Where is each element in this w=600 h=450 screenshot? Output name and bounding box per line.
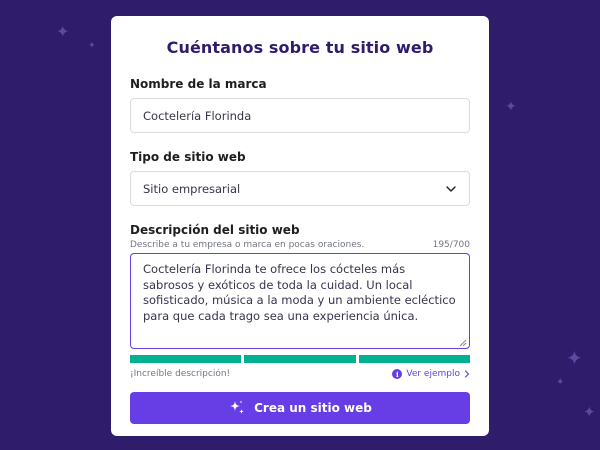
quality-segment bbox=[130, 355, 242, 363]
card-title: Cuéntanos sobre tu sitio web bbox=[166, 38, 434, 57]
description-textarea[interactable]: Coctelería Florinda te ofrece los cóctel… bbox=[130, 253, 470, 349]
sparkles-icon bbox=[230, 400, 245, 414]
resize-handle-icon[interactable] bbox=[457, 336, 467, 347]
sparkle-icon: ✦ bbox=[505, 99, 517, 115]
quality-segment bbox=[244, 355, 356, 363]
sparkle-icon: ✦ bbox=[88, 41, 96, 51]
character-counter: 195/700 bbox=[432, 240, 470, 250]
quality-segment bbox=[358, 355, 470, 363]
description-quality-meter bbox=[130, 355, 470, 363]
brand-name-input[interactable]: Coctelería Florinda bbox=[130, 98, 470, 133]
brand-name-label: Nombre de la marca bbox=[130, 77, 267, 91]
create-website-label: Crea un sitio web bbox=[254, 401, 372, 415]
quality-feedback-row: ¡Increíble descripción! i Ver ejemplo bbox=[130, 369, 470, 379]
sparkle-icon: ✦ bbox=[556, 377, 565, 388]
sparkle-icon: ✦ bbox=[583, 403, 596, 421]
sparkle-icon: ✦ bbox=[56, 22, 70, 41]
quality-message: ¡Increíble descripción! bbox=[130, 369, 231, 379]
info-icon: i bbox=[392, 369, 403, 379]
sparkle-icon: ✦ bbox=[566, 346, 583, 370]
brand-name-value: Coctelería Florinda bbox=[143, 108, 252, 123]
view-example-link[interactable]: i Ver ejemplo bbox=[392, 369, 470, 379]
site-type-value: Sitio empresarial bbox=[143, 181, 241, 196]
chevron-right-icon bbox=[464, 370, 470, 378]
description-hint: Describe a tu empresa o marca en pocas o… bbox=[130, 240, 365, 250]
create-website-button[interactable]: Crea un sitio web bbox=[130, 392, 470, 424]
description-label: Descripción del sitio web bbox=[130, 223, 300, 237]
site-type-select[interactable]: Sitio empresarial bbox=[130, 171, 470, 206]
description-value: Coctelería Florinda te ofrece los cóctel… bbox=[143, 262, 456, 323]
website-info-card: Cuéntanos sobre tu sitio web Nombre de l… bbox=[111, 16, 489, 436]
chevron-down-icon bbox=[445, 183, 457, 195]
description-meta: Describe a tu empresa o marca en pocas o… bbox=[130, 240, 470, 250]
view-example-label: Ver ejemplo bbox=[406, 369, 460, 379]
site-type-label: Tipo de sitio web bbox=[130, 150, 246, 164]
